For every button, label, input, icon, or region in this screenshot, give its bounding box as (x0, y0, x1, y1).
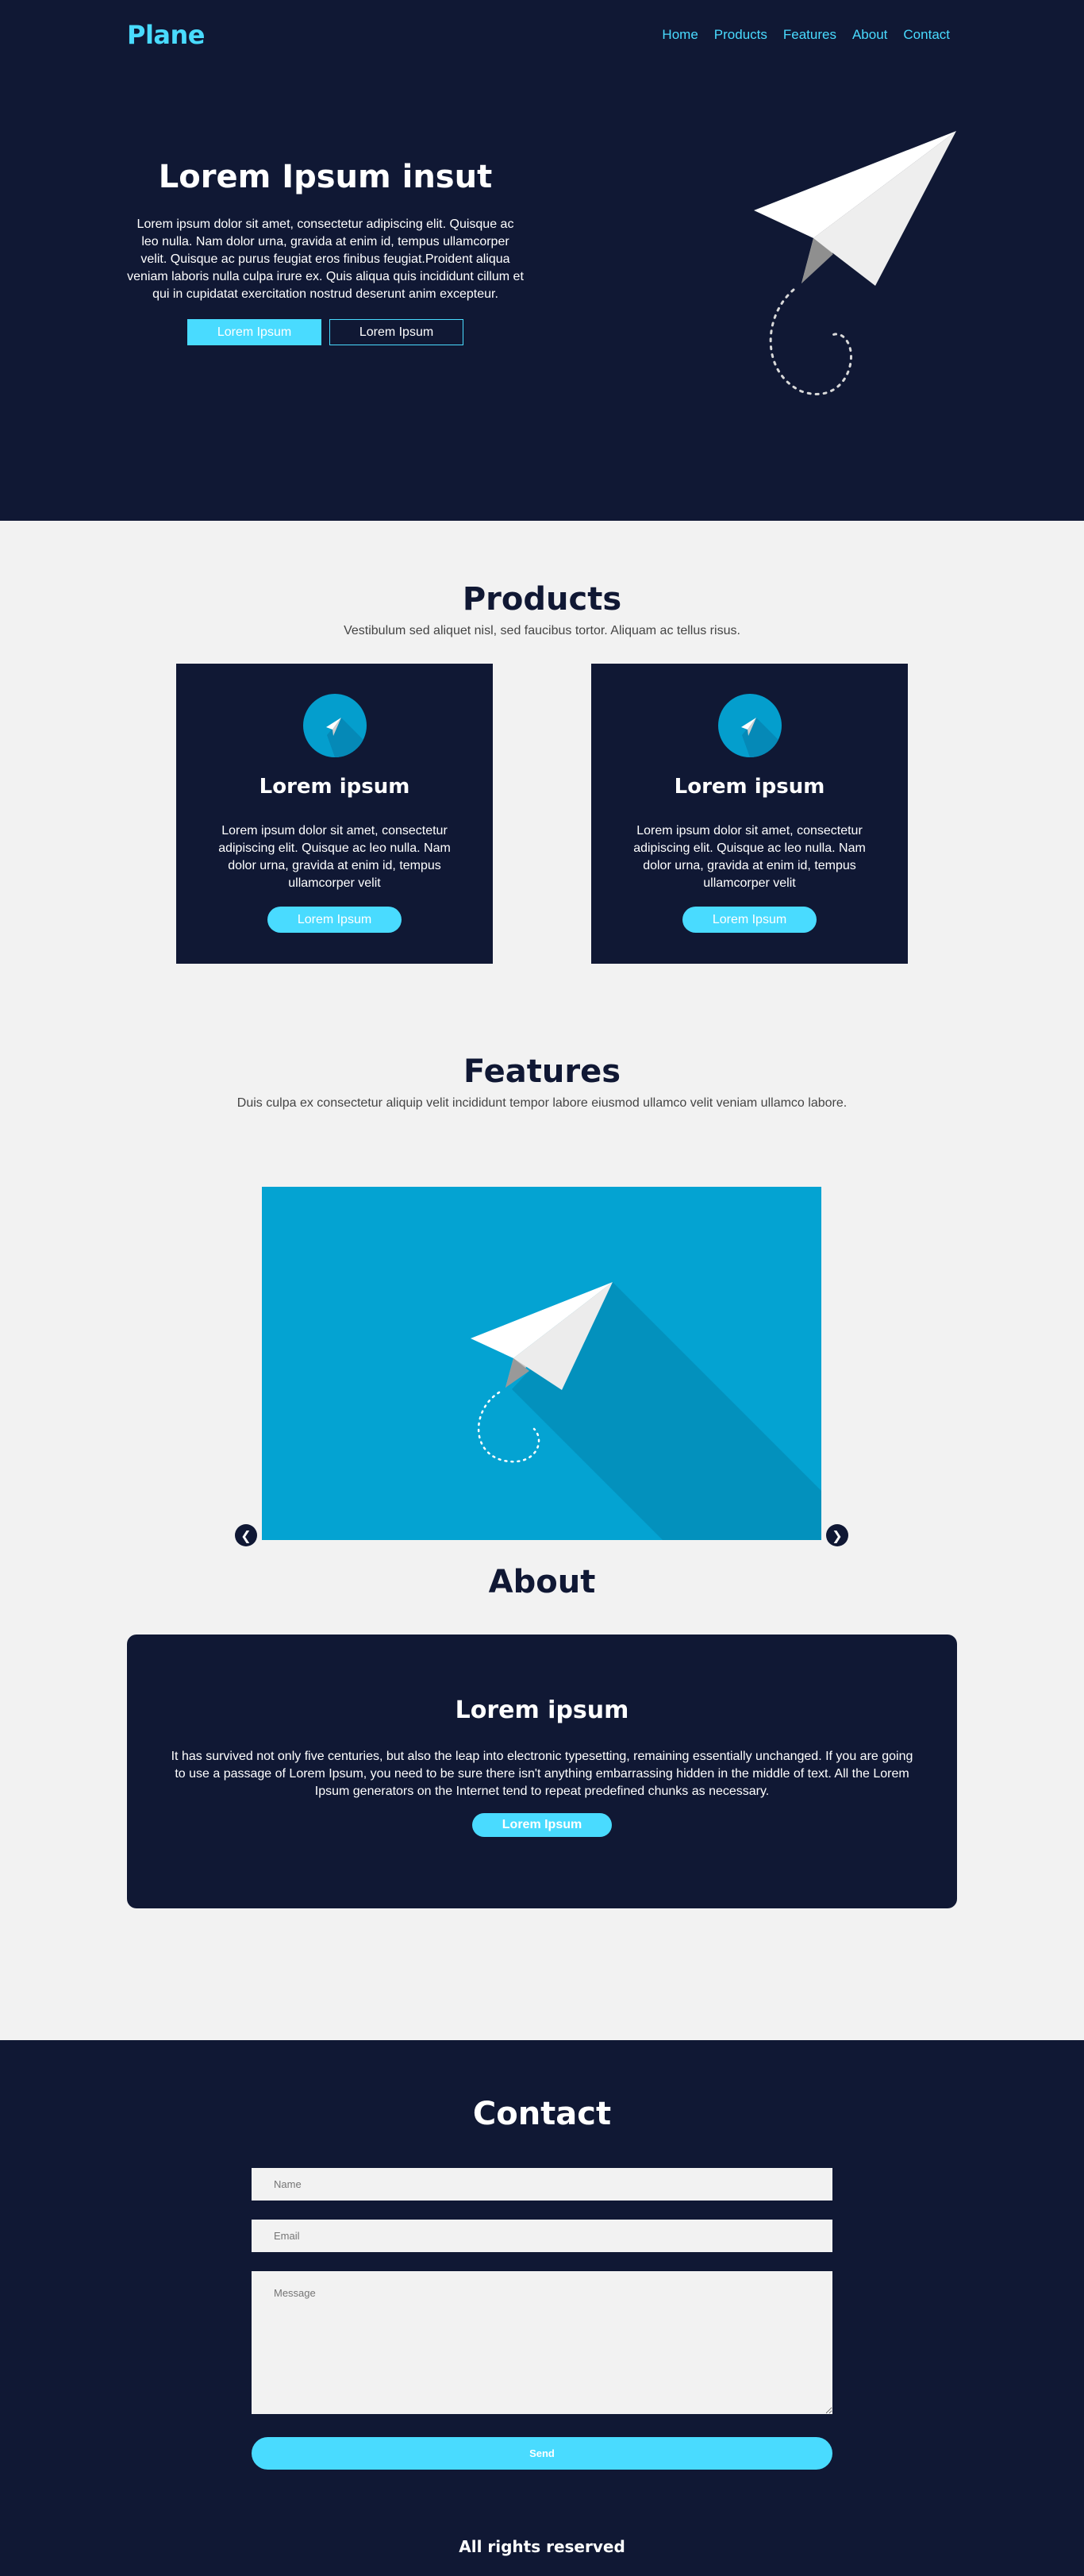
card-title: Lorem ipsum (674, 775, 825, 799)
nav-item-home[interactable]: Home (662, 27, 698, 43)
paper-plane-icon (754, 131, 956, 395)
hero-secondary-button[interactable]: Lorem Ipsum (329, 319, 463, 345)
hero-body: Lorem ipsum dolor sit amet, consectetur … (127, 218, 524, 301)
send-button[interactable]: Send (252, 2437, 832, 2470)
card-title: Lorem ipsum (259, 775, 410, 799)
about-box: Lorem ipsum It has survived not only fiv… (127, 1635, 957, 1908)
product-card: Lorem ipsum Lorem ipsum dolor sit amet, … (591, 664, 908, 964)
about-box-body: It has survived not only five centuries,… (171, 1750, 913, 1798)
message-field[interactable] (252, 2271, 832, 2414)
nav-menu: Home Products Features About Contact (662, 27, 950, 43)
products-section: Products Vestibulum sed aliquet nisl, se… (0, 521, 1084, 1018)
hero-content: Lorem Ipsum insut Lorem ipsum dolor sit … (127, 159, 524, 345)
features-subtitle: Duis culpa ex consectetur aliquip velit … (236, 1096, 848, 1110)
about-button[interactable]: Lorem Ipsum (472, 1813, 612, 1837)
feature-slider[interactable] (262, 1187, 821, 1540)
products-title: Products (462, 581, 622, 618)
nav-item-features[interactable]: Features (783, 27, 836, 43)
hero-primary-button[interactable]: Lorem Ipsum (187, 319, 321, 345)
email-field[interactable] (252, 2220, 832, 2252)
card-button[interactable]: Lorem Ipsum (682, 907, 817, 933)
card-body: Lorem ipsum dolor sit amet, consectetur … (218, 824, 451, 890)
contact-section: Contact Send All rights reserved (0, 2040, 1084, 2576)
footer-text: All rights reserved (459, 2537, 625, 2556)
products-subtitle: Vestibulum sed aliquet nisl, sed faucibu… (344, 624, 740, 637)
paper-plane-icon (471, 1282, 821, 1540)
contact-title: Contact (472, 2096, 612, 2132)
product-card: Lorem ipsum Lorem ipsum dolor sit amet, … (176, 664, 493, 964)
about-title: About (488, 1564, 596, 1600)
features-section: Features Duis culpa ex consectetur aliqu… (0, 1018, 1084, 1546)
top-nav: Plane Home Products Features About Conta… (127, 19, 950, 51)
nav-item-products[interactable]: Products (714, 27, 767, 43)
hero-title: Lorem Ipsum insut (158, 159, 493, 195)
hero-buttons: Lorem Ipsum Lorem Ipsum (127, 319, 524, 345)
features-title: Features (463, 1053, 621, 1090)
logo[interactable]: Plane (127, 20, 206, 50)
nav-item-contact[interactable]: Contact (903, 27, 950, 43)
nav-item-about[interactable]: About (852, 27, 887, 43)
hero-section: Plane Home Products Features About Conta… (0, 0, 1084, 521)
paper-plane-icon (302, 694, 367, 757)
about-box-title: Lorem ipsum (455, 1696, 629, 1724)
paper-plane-icon (717, 694, 782, 757)
name-field[interactable] (252, 2168, 832, 2201)
card-button[interactable]: Lorem Ipsum (267, 907, 402, 933)
about-section: About Lorem ipsum It has survived not on… (0, 1527, 1084, 2040)
card-body: Lorem ipsum dolor sit amet, consectetur … (633, 824, 866, 890)
product-cards: Lorem ipsum Lorem ipsum dolor sit amet, … (0, 664, 1084, 964)
